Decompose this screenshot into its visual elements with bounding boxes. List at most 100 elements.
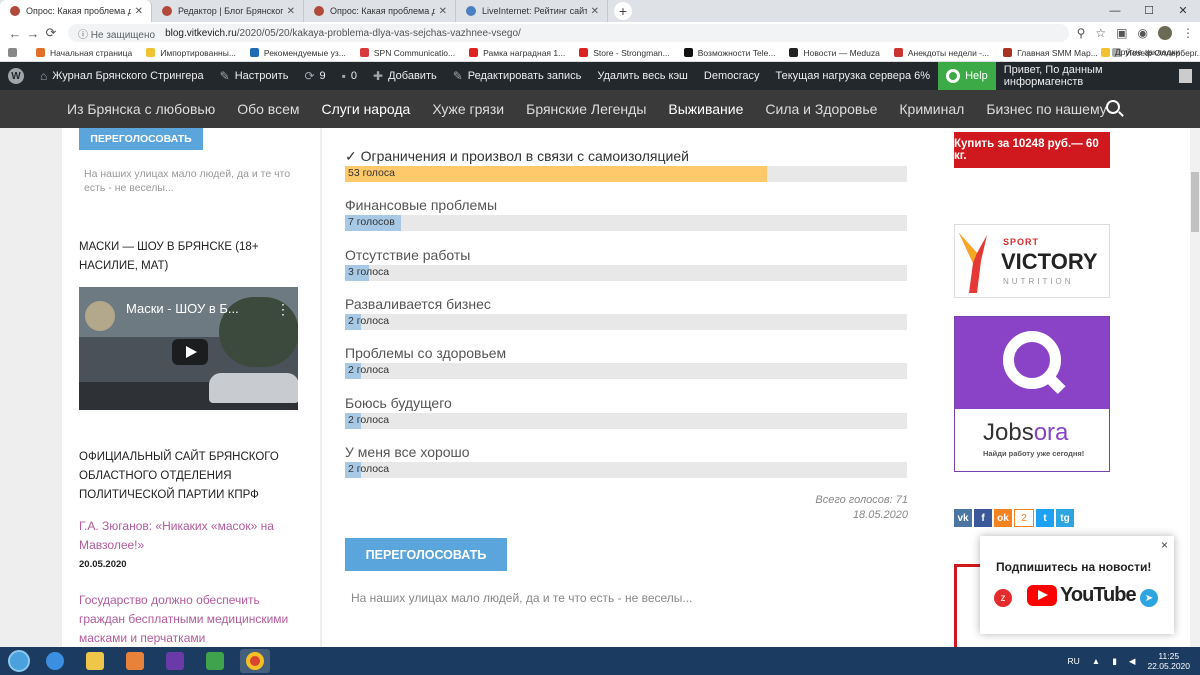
video-player[interactable]: Маски - ШОУ в Б... ⋮	[79, 287, 298, 410]
nav-item[interactable]: Бизнес по нашему	[986, 101, 1106, 117]
nav-item[interactable]: Обо всем	[237, 101, 299, 117]
wp-comments[interactable]: ▪ 0	[334, 62, 365, 90]
play-icon[interactable]	[172, 339, 208, 365]
wp-site-name[interactable]: ⌂ Журнал Брянского Стрингера	[32, 62, 212, 90]
menu-icon[interactable]: ⋮	[1182, 26, 1194, 40]
wp-server-load[interactable]: Текущая нагрузка сервера 6%	[768, 62, 939, 90]
victory-nutrition-ad[interactable]: SPORT VICTORY NUTRITION	[954, 224, 1110, 298]
post-link-zyuganov[interactable]: Г.А. Зюганов: «Никаких «масок» на Мавзол…	[79, 517, 309, 555]
back-button[interactable]: ←	[6, 26, 24, 41]
video-menu-icon[interactable]: ⋮	[276, 301, 290, 318]
taskbar-utorrent[interactable]	[200, 649, 230, 673]
nav-item[interactable]: Криминал	[899, 101, 964, 117]
clock[interactable]: 11:25 22.05.2020	[1147, 651, 1190, 671]
browser-tab[interactable]: LiveInternet: Рейтинг сайтов ✕	[456, 0, 608, 22]
wp-clear-cache[interactable]: Удалить весь кэш	[589, 62, 696, 90]
popup-close-icon[interactable]: ×	[1161, 538, 1168, 552]
buy-ad-banner[interactable]: Купить за 10248 руб.— 60 кг.	[954, 132, 1110, 168]
reload-button[interactable]: ⟳	[42, 25, 60, 41]
bookmark-item[interactable]: Начальная страница	[36, 48, 132, 58]
nav-item[interactable]: Брянские Легенды	[526, 101, 646, 117]
taskbar-ie[interactable]	[40, 649, 70, 673]
taskbar-app[interactable]	[160, 649, 190, 673]
poll-votes-label: 7 голосов	[348, 216, 395, 229]
bookmark-item[interactable]: Анекдоты недели -...	[893, 48, 989, 58]
bookmark-item[interactable]: Рекомендуемые уз...	[249, 48, 346, 58]
channel-avatar[interactable]	[85, 301, 115, 331]
other-bookmarks[interactable]: Другие закладки	[1100, 47, 1180, 57]
cast-icon[interactable]: ◉	[1138, 26, 1148, 40]
bookmark-item[interactable]: Новости — Meduza	[789, 48, 880, 58]
share-ok-icon[interactable]: ok	[994, 509, 1012, 527]
wp-logo-menu[interactable]: W	[0, 62, 32, 90]
bookmark-item[interactable]: SPN Communicatio...	[359, 48, 455, 58]
share-f-icon[interactable]: f	[974, 509, 992, 527]
tab-close-icon[interactable]: ✕	[135, 6, 143, 17]
jobsora-subtitle: Найди работу уже сегодня!	[983, 449, 1085, 458]
start-button[interactable]	[8, 650, 30, 672]
taskbar-media[interactable]	[120, 649, 150, 673]
extension-icon[interactable]: ▣	[1116, 26, 1127, 40]
page-scrollbar[interactable]	[1190, 128, 1200, 647]
search-icon[interactable]	[1106, 100, 1120, 114]
tab-title: LiveInternet: Рейтинг сайтов	[482, 6, 587, 16]
wp-democracy[interactable]: Democracy	[696, 62, 768, 90]
forward-button[interactable]: →	[24, 26, 42, 41]
nav-item[interactable]: Хуже грязи	[432, 101, 504, 117]
maximize-button[interactable]: ☐	[1132, 0, 1166, 22]
nav-item[interactable]: Сила и Здоровье	[765, 101, 877, 117]
nav-item[interactable]: Выживание	[668, 101, 743, 117]
profile-avatar[interactable]	[1158, 26, 1172, 40]
bookmark-item[interactable]: Главная SMM Мар...	[1003, 48, 1098, 58]
browser-tab[interactable]: Опрос: Какая проблема для вас ✕	[0, 0, 152, 22]
youtube-subscribe-link[interactable]: YouTube	[1027, 584, 1137, 607]
telegram-icon[interactable]: ➤	[1140, 589, 1158, 607]
browser-tab[interactable]: Опрос: Какая проблема для ва ✕	[304, 0, 456, 22]
nav-item[interactable]: Из Брянска с любовью	[67, 101, 215, 117]
tab-close-icon[interactable]: ✕	[439, 6, 447, 17]
new-tab-button[interactable]: +	[614, 2, 632, 20]
bookmark-item[interactable]: Импортированны...	[146, 48, 236, 58]
share-vk-icon[interactable]: vk	[954, 509, 972, 527]
taskbar-chrome[interactable]	[240, 649, 270, 673]
poll-answer-label: Отсутствие работы	[345, 246, 471, 263]
subscribe-popup: × Подпишитесь на новости! z YouTube ➤	[980, 536, 1174, 634]
sidebar-revote-button[interactable]: ПЕРЕГОЛОСОВАТЬ	[79, 128, 203, 150]
jobsora-ad[interactable]: Jobsora Найди работу уже сегодня!	[954, 316, 1110, 472]
star-icon[interactable]: ☆	[1095, 26, 1106, 40]
language-indicator[interactable]: RU	[1068, 656, 1080, 666]
taskbar-explorer[interactable]	[80, 649, 110, 673]
apps-icon[interactable]	[8, 48, 22, 57]
poll-bar-track: 53 голоса	[345, 166, 907, 182]
bookmark-item[interactable]: Store - Strongman...	[579, 48, 670, 58]
wp-customize[interactable]: ✎ Настроить	[212, 62, 297, 90]
help-button[interactable]: Help	[938, 62, 996, 90]
share-t-icon[interactable]: t	[1036, 509, 1054, 527]
zoom-icon[interactable]: ⚲	[1077, 26, 1086, 40]
party-section-title: ОФИЦИАЛЬНЫЙ САЙТ БРЯНСКОГО ОБЛАСТНОГО ОТ…	[79, 451, 279, 501]
close-window-button[interactable]: ✕	[1166, 0, 1200, 22]
bookmark-item[interactable]: Рамка наградная 1...	[469, 48, 565, 58]
scrollbar-thumb[interactable]	[1191, 172, 1199, 232]
minimize-button[interactable]: —	[1098, 0, 1132, 22]
wp-edit-post[interactable]: ✎ Редактировать запись	[445, 62, 590, 90]
video-title[interactable]: Маски - ШОУ в Б...	[126, 301, 239, 316]
bookmark-item[interactable]: Возможности Tele...	[683, 48, 775, 58]
insecure-indicator[interactable]: ⓘ Не защищено	[78, 26, 155, 41]
address-bar[interactable]: ⓘ Не защищено blog.vitkevich.ru/2020/05/…	[68, 24, 1069, 42]
wp-updates[interactable]: ⟳ 9	[296, 62, 333, 90]
network-icon[interactable]: ▮	[1112, 656, 1117, 667]
victory-logo-icon	[959, 233, 987, 293]
tab-close-icon[interactable]: ✕	[591, 6, 599, 17]
post-link-masks[interactable]: Государство должно обеспечить граждан бе…	[79, 591, 309, 647]
wp-add-new[interactable]: ✚ Добавить	[365, 62, 445, 90]
share-tg-icon[interactable]: tg	[1056, 509, 1074, 527]
zen-icon[interactable]: z	[994, 589, 1012, 607]
browser-tab[interactable]: Редактор | Блог Брянского Стри ✕	[152, 0, 304, 22]
tab-close-icon[interactable]: ✕	[287, 6, 295, 17]
tray-arrow-icon[interactable]: ▲	[1092, 656, 1100, 666]
volume-icon[interactable]: ◀	[1129, 656, 1136, 667]
nav-item[interactable]: Слуги народа	[321, 101, 410, 117]
revote-button[interactable]: ПЕРЕГОЛОСОВАТЬ	[345, 538, 507, 571]
wp-account-menu[interactable]: Привет, По данным информагенств	[996, 64, 1200, 88]
